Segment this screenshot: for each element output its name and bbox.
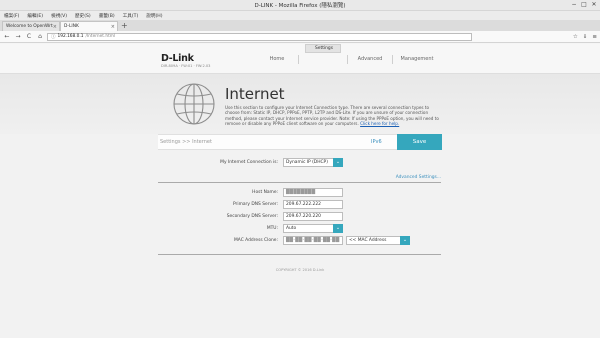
forward-icon[interactable]: →: [14, 33, 22, 40]
secondary-dns-label: Secondary DNS Server:: [226, 214, 278, 219]
mac-clone-label: MAC Address Clone:: [234, 238, 278, 243]
tab-bar: Welcome to OpenWrt × D-LINK × +: [0, 20, 600, 31]
maximize-button[interactable]: □: [579, 0, 589, 10]
menu-bar: 檔案(F) 編輯(E) 檢視(V) 歷史(S) 書籤(B) 工具(T) 說明(H…: [0, 11, 600, 20]
nav-advanced[interactable]: Advanced: [354, 54, 386, 65]
close-tab-icon[interactable]: ×: [111, 24, 115, 30]
nav-divider: [298, 55, 299, 64]
new-tab-button[interactable]: +: [118, 21, 131, 31]
primary-dns-label: Primary DNS Server:: [232, 202, 278, 207]
mac-address-select[interactable]: << MAC Address ⌄: [346, 236, 410, 245]
downloads-icon[interactable]: ⇓: [583, 34, 588, 40]
url-path: /Internet.html: [85, 34, 116, 39]
tab-openwrt[interactable]: Welcome to OpenWrt ×: [2, 21, 60, 31]
ipv6-link[interactable]: IPv6: [371, 139, 382, 145]
close-tab-icon[interactable]: ×: [53, 24, 57, 30]
help-link[interactable]: Click here for help.: [360, 121, 399, 126]
tab-label: Welcome to OpenWrt: [6, 24, 53, 29]
window-titlebar: D-LINK - Mozilla Firefox (隱私瀏覽) − □ ✕: [0, 0, 600, 11]
url-host: 192.168.0.1: [57, 34, 84, 39]
window-title: D-LINK - Mozilla Firefox (隱私瀏覽): [254, 3, 346, 9]
breadcrumb: Settings >> Internet: [160, 139, 212, 145]
mtu-select[interactable]: Auto ⌄: [283, 224, 343, 233]
form-divider-bottom: [158, 254, 441, 255]
nav-divider: [347, 55, 348, 64]
model-info: DIR-809A · FW:01 · FW:2.03: [161, 64, 211, 68]
navigation-bar: ← → C ⌂ ⓘ 192.168.0.1/Internet.html ☆ ⇓ …: [0, 31, 600, 43]
connection-row: My Internet Connection is: Dynamic IP (D…: [158, 158, 441, 168]
mac-row: MAC Address Clone: ██-██-██-██-██-██ << …: [158, 236, 441, 246]
host-name-field[interactable]: ████████: [283, 188, 343, 197]
back-icon[interactable]: ←: [3, 33, 11, 40]
bookmark-star-icon[interactable]: ☆: [573, 34, 578, 40]
tab-dlink[interactable]: D-LINK ×: [60, 21, 118, 31]
reload-icon[interactable]: C: [25, 33, 33, 40]
menu-history[interactable]: 歷史(S): [75, 13, 91, 19]
info-icon[interactable]: ⓘ: [51, 34, 56, 40]
dlink-logo: D-Link: [161, 53, 194, 64]
primary-dns-field[interactable]: 209.67.222.222: [283, 200, 343, 209]
connection-type-value: Dynamic IP (DHCP): [286, 160, 328, 165]
hero-section: Internet Use this section to configure y…: [0, 74, 600, 134]
menu-view[interactable]: 檢視(V): [51, 13, 67, 19]
close-button[interactable]: ✕: [589, 0, 599, 10]
mtu-value: Auto: [286, 226, 297, 231]
menu-help[interactable]: 說明(H): [146, 13, 162, 19]
menu-tools[interactable]: 工具(T): [123, 13, 139, 19]
menu-edit[interactable]: 編輯(E): [27, 13, 43, 19]
chevron-down-icon: ⌄: [333, 224, 343, 233]
connection-type-select[interactable]: Dynamic IP (DHCP) ⌄: [283, 158, 343, 167]
nav-home[interactable]: Home: [262, 54, 292, 65]
menu-icon[interactable]: ≡: [592, 34, 597, 40]
secondary-dns-field[interactable]: 209.67.220.220: [283, 212, 343, 221]
advanced-settings-link[interactable]: Advanced Settings...: [396, 175, 441, 180]
nav-divider: [392, 55, 393, 64]
host-row: Host Name: ████████: [158, 188, 441, 198]
page-content: D-Link DIR-809A · FW:01 · FW:2.03 Home S…: [0, 44, 600, 338]
dns1-row: Primary DNS Server: 209.67.222.222: [158, 200, 441, 210]
nav-settings[interactable]: Settings: [305, 44, 341, 53]
page-description: Use this section to configure your Inter…: [225, 105, 439, 127]
mac-address-field[interactable]: ██-██-██-██-██-██: [283, 236, 343, 245]
save-button[interactable]: Save: [397, 134, 442, 150]
home-icon[interactable]: ⌂: [36, 33, 44, 40]
mac-select-value: << MAC Address: [349, 238, 387, 243]
url-bar[interactable]: ⓘ 192.168.0.1/Internet.html: [47, 32, 472, 41]
copyright: COPYRIGHT © 2016 D-Link: [275, 268, 325, 272]
nav-management[interactable]: Management: [398, 54, 436, 65]
chevron-down-icon: ⌄: [333, 158, 343, 167]
host-name-label: Host Name:: [252, 190, 278, 195]
breadcrumb-bar: Settings >> Internet IPv6 Save: [158, 134, 442, 150]
router-header: D-Link DIR-809A · FW:01 · FW:2.03 Home S…: [0, 44, 600, 74]
mtu-row: MTU: Auto ⌄: [158, 224, 441, 234]
menu-bookmarks[interactable]: 書籤(B): [99, 13, 115, 19]
chevron-down-icon: ⌄: [400, 236, 410, 245]
connection-label: My Internet Connection is:: [220, 160, 278, 165]
tab-label: D-LINK: [64, 24, 79, 29]
form-divider: [158, 182, 441, 183]
page-title: Internet: [225, 85, 285, 103]
menu-file[interactable]: 檔案(F): [4, 13, 19, 19]
dns2-row: Secondary DNS Server: 209.67.220.220: [158, 212, 441, 222]
globe-icon: [173, 83, 215, 125]
mtu-label: MTU:: [266, 226, 278, 231]
description-text: Use this section to configure your Inter…: [225, 105, 439, 127]
minimize-button[interactable]: −: [569, 0, 579, 10]
